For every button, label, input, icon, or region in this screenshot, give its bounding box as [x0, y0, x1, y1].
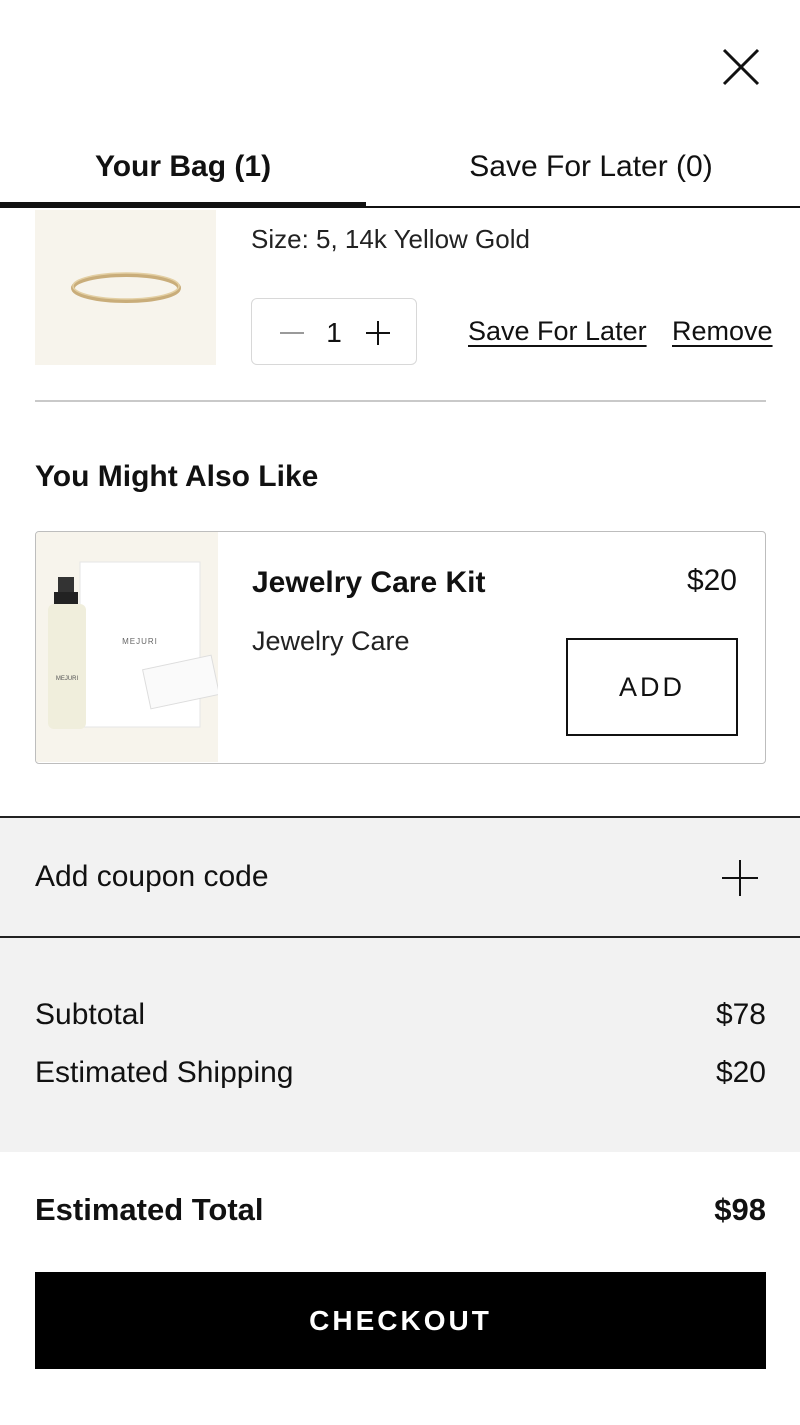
total-value: $98 [714, 1192, 766, 1227]
tab-your-bag[interactable]: Your Bag (1) [0, 128, 366, 208]
minus-icon [280, 332, 304, 334]
recommendation-name[interactable]: Jewelry Care Kit [252, 566, 485, 600]
cart-item-image[interactable] [35, 210, 216, 365]
coupon-label: Add coupon code [35, 860, 269, 893]
tab-save-for-later[interactable]: Save For Later (0) [366, 128, 800, 206]
recommendation-category: Jewelry Care [252, 626, 410, 656]
checkout-button[interactable]: CHECKOUT [35, 1272, 766, 1369]
close-icon [722, 48, 760, 86]
cart-item-variant: Size: 5, 14k Yellow Gold [251, 224, 530, 254]
recommendation-card: MEJURI MEJURI Jewelry Care Kit Jewelry C… [35, 531, 766, 764]
subtotal-value: $78 [715, 998, 766, 1031]
recommendation-price: $20 [686, 564, 737, 597]
shipping-label: Estimated Shipping [35, 1056, 294, 1089]
recommendation-image[interactable]: MEJURI MEJURI [36, 532, 218, 762]
remove-link[interactable]: Remove [672, 316, 773, 347]
total-row: Estimated Total $98 [35, 1192, 766, 1228]
recommendations-title: You Might Also Like [35, 460, 319, 493]
shipping-row: Estimated Shipping $20 [35, 1056, 766, 1090]
ring-image [35, 210, 216, 365]
save-for-later-link[interactable]: Save For Later [468, 316, 647, 347]
order-summary: Subtotal $78 Estimated Shipping $20 [0, 938, 800, 1152]
quantity-value: 1 [326, 317, 342, 348]
plus-icon [366, 321, 390, 345]
bag-tabs: Your Bag (1) Save For Later (0) [0, 128, 800, 208]
decrease-quantity-button[interactable] [272, 313, 312, 353]
bottle-brand-text: MEJURI [56, 676, 79, 682]
quantity-stepper: 1 [251, 298, 417, 365]
increase-quantity-button[interactable] [358, 313, 398, 353]
subtotal-label: Subtotal [35, 998, 146, 1031]
coupon-accordion[interactable]: Add coupon code [0, 816, 800, 938]
total-label: Estimated Total [35, 1192, 264, 1227]
expand-coupon-button[interactable] [718, 856, 762, 900]
divider [35, 400, 766, 402]
shipping-value: $20 [715, 1056, 766, 1089]
box-brand-text: MEJURI [122, 637, 158, 646]
care-kit-image: MEJURI MEJURI [36, 532, 218, 762]
subtotal-row: Subtotal $78 [35, 998, 766, 1032]
close-button[interactable] [716, 42, 766, 92]
plus-icon [722, 860, 758, 896]
add-button[interactable]: ADD [566, 638, 738, 736]
